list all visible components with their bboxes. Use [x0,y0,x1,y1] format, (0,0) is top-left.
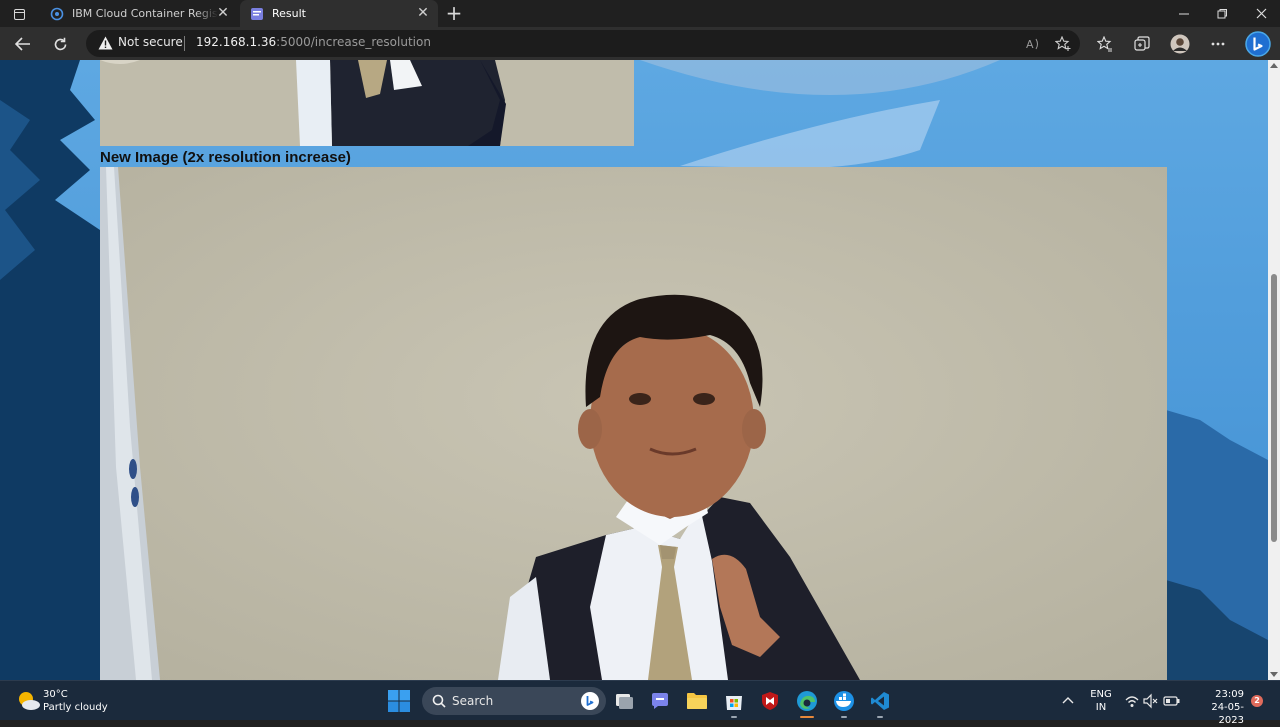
system-clock[interactable]: 23:09 24-05-2023 [1210,688,1244,727]
weather-condition: Partly cloudy [43,702,108,713]
scroll-down-icon[interactable] [1270,672,1278,677]
edge-button[interactable] [796,690,818,712]
scroll-up-icon[interactable] [1270,63,1278,68]
back-icon[interactable] [10,31,36,57]
taskbar: 30°C Partly cloudy Search ENG IN 23:09 2… [0,680,1280,726]
address-bar[interactable]: Not secure 192.168.1.36:5000/increase_re… [86,30,1080,57]
new-image-caption: New Image (2x resolution increase) [100,149,351,166]
tab-title: Result [272,7,306,20]
vscode-icon [871,692,889,710]
weather-widget[interactable]: 30°C Partly cloudy [12,681,122,721]
refresh-icon[interactable] [47,31,73,57]
teams-chat-button[interactable] [650,691,670,711]
close-window-icon[interactable] [1242,0,1280,27]
region-code: IN [1095,702,1107,713]
mcafee-button[interactable] [760,691,780,711]
network-icon[interactable] [1124,693,1140,709]
browser-toolbar: Not secure 192.168.1.36:5000/increase_re… [0,27,1280,60]
close-tab-icon[interactable]: ✕ [216,6,230,20]
search-label: Search [452,694,494,708]
url-text[interactable]: 192.168.1.36:5000/increase_resolution [196,35,431,49]
task-view-icon [616,694,633,709]
microsoft-store-button[interactable] [723,691,745,711]
mcafee-shield-icon [762,692,778,710]
maximize-icon[interactable] [1203,0,1241,27]
close-tab-icon[interactable]: ✕ [416,6,430,20]
collections-icon[interactable] [1129,31,1155,57]
upscaled-image [100,167,1167,680]
running-indicator [841,716,847,718]
chevron-up-icon [1062,697,1074,704]
docker-button[interactable] [833,691,855,711]
ibm-favicon-icon [50,7,64,20]
add-favorite-icon[interactable] [1050,31,1076,57]
vscode-button[interactable] [870,691,890,711]
clock-date: 24-05-2023 [1211,702,1244,726]
address-separator [184,36,185,51]
tab-ibm-cloud[interactable]: IBM Cloud Container Registry - IBM ✕ [40,0,238,27]
language-code: ENG [1090,689,1112,700]
show-hidden-icons[interactable] [1060,693,1076,709]
start-button[interactable] [388,690,410,712]
folder-icon [687,693,707,709]
page-viewport[interactable]: New Image (2x resolution increase) [0,60,1268,680]
clock-time: 23:09 [1215,689,1244,700]
chat-icon [652,693,668,709]
file-explorer-button[interactable] [686,691,708,711]
vertical-scrollbar[interactable] [1268,60,1280,680]
svg-text:A: A [1026,38,1034,51]
tab-result[interactable]: Result ✕ [240,0,438,27]
language-indicator[interactable]: ENG IN [1086,688,1116,714]
more-options-icon[interactable] [1205,31,1231,57]
bing-search-icon [581,692,599,710]
new-tab-icon[interactable]: + [444,3,464,23]
warning-icon[interactable] [98,36,113,50]
windows-logo-icon [388,690,410,712]
volume-muted-icon[interactable] [1143,693,1159,709]
url-host: 192.168.1.36 [196,35,277,49]
minimize-icon[interactable] [1165,0,1203,27]
partly-cloudy-icon [19,692,40,710]
search-icon [432,694,446,708]
docker-icon [834,691,854,711]
taskbar-search[interactable]: Search [422,687,606,715]
running-indicator [731,716,737,718]
battery-icon[interactable] [1163,693,1181,709]
security-label[interactable]: Not secure [118,35,183,49]
profile-avatar[interactable] [1167,31,1193,57]
weather-temperature: 30°C [43,689,68,700]
url-path: :5000/increase_resolution [276,35,431,49]
running-indicator [877,716,883,718]
original-image [100,60,634,146]
task-view-button[interactable] [614,691,634,711]
store-icon [726,696,742,710]
favorites-icon[interactable] [1092,31,1118,57]
bing-copilot-icon[interactable] [1244,30,1272,58]
tab-title: IBM Cloud Container Registry - IBM [72,7,218,20]
edge-icon [797,691,817,711]
scrollbar-thumb[interactable] [1271,274,1277,542]
notification-badge[interactable]: 2 [1251,695,1263,707]
tab-actions-icon[interactable] [8,4,30,24]
page-favicon-icon [251,7,263,20]
tab-strip: IBM Cloud Container Registry - IBM ✕ Res… [0,0,1280,27]
active-indicator [800,716,814,718]
read-aloud-icon[interactable]: A [1021,31,1047,57]
